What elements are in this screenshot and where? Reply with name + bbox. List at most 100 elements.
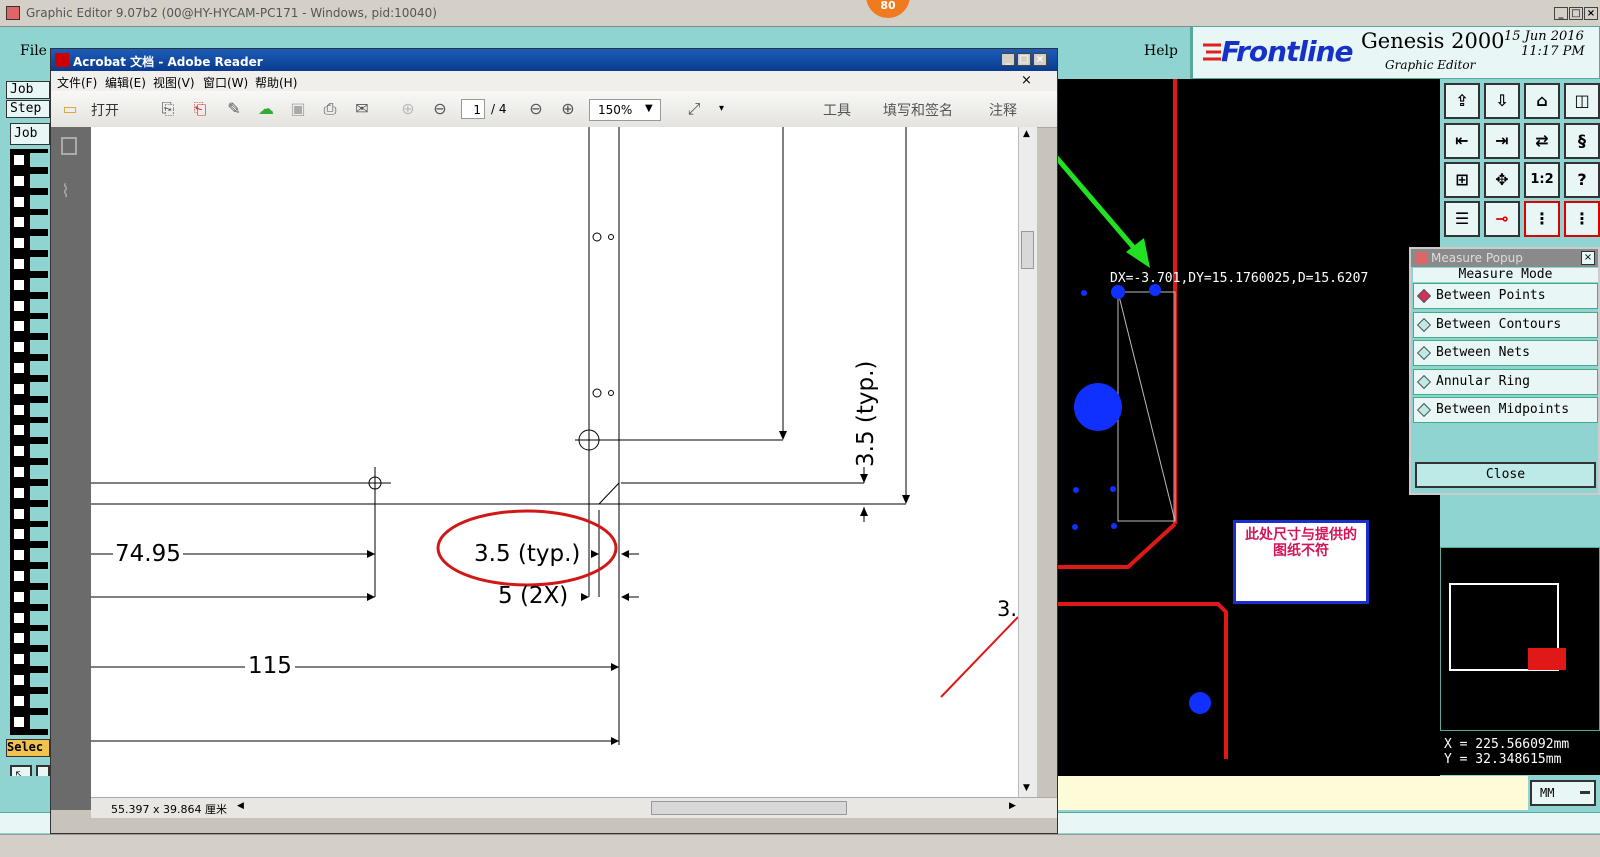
layer-checkbox[interactable] bbox=[12, 589, 26, 604]
tool-snake-icon[interactable]: § bbox=[1564, 123, 1600, 159]
close-button[interactable]: × bbox=[1584, 7, 1598, 20]
pages-icon[interactable] bbox=[61, 137, 77, 155]
hscroll-thumb[interactable] bbox=[651, 801, 847, 815]
popup-close-icon[interactable]: × bbox=[1581, 251, 1595, 265]
menu-help[interactable]: Help bbox=[1144, 43, 1178, 59]
tool-swap-icon[interactable]: ⇄ bbox=[1524, 123, 1560, 159]
layer-row[interactable] bbox=[30, 277, 48, 292]
menu-file[interactable]: File bbox=[20, 43, 47, 59]
layer-checkbox[interactable] bbox=[12, 610, 26, 625]
tool-home-icon[interactable]: ⌂ bbox=[1524, 83, 1560, 119]
tools-button[interactable]: 工具 bbox=[823, 100, 851, 120]
email-icon[interactable]: ✉ bbox=[351, 98, 373, 120]
layer-checkbox[interactable] bbox=[12, 381, 26, 396]
job-field[interactable]: Job bbox=[6, 81, 50, 99]
tool-net-icon[interactable]: ⋮ bbox=[1524, 201, 1560, 237]
tool-measure-icon[interactable]: ⊸ bbox=[1484, 201, 1520, 237]
layer-checkbox[interactable] bbox=[12, 485, 26, 500]
layer-row[interactable] bbox=[30, 298, 48, 313]
next-page-icon[interactable]: ⊖ bbox=[429, 98, 451, 120]
layer-row[interactable] bbox=[30, 194, 48, 209]
edit-icon[interactable]: ✎ bbox=[223, 98, 245, 120]
layer-row[interactable] bbox=[30, 652, 48, 667]
acrobat-close-button[interactable]: × bbox=[1033, 53, 1047, 66]
scroll-down-icon[interactable]: ▼ bbox=[1023, 783, 1030, 793]
layer-row[interactable] bbox=[30, 527, 48, 542]
vertical-scrollbar[interactable]: ▲ ▼ bbox=[1018, 127, 1037, 797]
layer-checkbox[interactable] bbox=[12, 173, 26, 188]
layer-row[interactable] bbox=[30, 381, 48, 396]
zoom-in-icon[interactable]: ⊕ bbox=[557, 98, 579, 120]
menu-help-cn[interactable]: 帮助(H) bbox=[255, 74, 297, 91]
upload-icon[interactable]: ☁ bbox=[255, 98, 277, 120]
layer-checkbox[interactable] bbox=[12, 693, 26, 708]
tool-center-icon[interactable]: ✥ bbox=[1484, 162, 1520, 198]
tool-bottom-icon[interactable]: ⇩ bbox=[1484, 83, 1520, 119]
layer-checkbox[interactable] bbox=[12, 402, 26, 417]
measure-close-button[interactable]: Close bbox=[1415, 462, 1596, 488]
layer-checkbox[interactable] bbox=[12, 319, 26, 334]
comment-button[interactable]: 注释 bbox=[989, 100, 1017, 120]
doc-close-icon[interactable]: × bbox=[1021, 73, 1032, 88]
layer-checkbox[interactable] bbox=[12, 277, 26, 292]
layer-checkbox[interactable] bbox=[12, 506, 26, 521]
layer-checkbox[interactable] bbox=[12, 527, 26, 542]
prev-page-icon[interactable]: ⊕ bbox=[397, 98, 419, 120]
scroll-up-icon[interactable]: ▲ bbox=[1023, 129, 1030, 139]
create-pdf-icon[interactable]: ⎘ bbox=[157, 98, 179, 120]
layer-row[interactable] bbox=[30, 173, 48, 188]
tool-scale-icon[interactable]: 1:2 bbox=[1524, 162, 1560, 198]
hscroll-left-icon[interactable]: ◀ bbox=[237, 801, 244, 811]
menu-view-cn[interactable]: 视图(V) bbox=[153, 74, 195, 91]
acrobat-maximize-button[interactable]: □ bbox=[1017, 53, 1031, 66]
menu-file-cn[interactable]: 文件(F) bbox=[57, 74, 97, 91]
tool-help-icon[interactable]: ? bbox=[1564, 162, 1600, 198]
scroll-thumb[interactable] bbox=[1021, 231, 1034, 269]
attachment-icon[interactable]: ⌇ bbox=[61, 181, 70, 202]
layer-checkbox[interactable] bbox=[12, 194, 26, 209]
zoom-out-icon[interactable]: ⊖ bbox=[525, 98, 547, 120]
layer-row[interactable] bbox=[30, 402, 48, 417]
select-label[interactable]: Selec bbox=[6, 739, 50, 757]
layer-row[interactable] bbox=[30, 548, 48, 563]
mode-annular-ring[interactable]: Annular Ring bbox=[1413, 369, 1598, 395]
layer-checkbox[interactable] bbox=[12, 153, 26, 167]
layer-row[interactable] bbox=[30, 236, 48, 251]
tool-palette-icon[interactable]: ☰ bbox=[1444, 201, 1480, 237]
units-selector[interactable]: MM bbox=[1530, 780, 1596, 806]
layer-row[interactable] bbox=[30, 506, 48, 521]
layer-checkbox[interactable] bbox=[12, 361, 26, 375]
layer-checkbox[interactable] bbox=[12, 652, 26, 667]
tool-left-icon[interactable]: ⇤ bbox=[1444, 123, 1480, 159]
layer-checkbox[interactable] bbox=[12, 548, 26, 563]
mode-between-nets[interactable]: Between Nets bbox=[1413, 340, 1598, 366]
layer-checkbox[interactable] bbox=[12, 569, 26, 583]
layer-checkbox[interactable] bbox=[12, 444, 26, 459]
tool-fit-icon[interactable]: ⊞ bbox=[1444, 162, 1480, 198]
tool-top-icon[interactable]: ⇪ bbox=[1444, 83, 1480, 119]
layer-row[interactable] bbox=[30, 589, 48, 604]
layer-checkbox[interactable] bbox=[12, 257, 26, 271]
open-folder-icon[interactable]: ▭ bbox=[59, 98, 81, 120]
export-icon[interactable]: ⎗ bbox=[189, 98, 211, 120]
tool-net2-icon[interactable]: ⋮ bbox=[1564, 201, 1600, 237]
layer-checkbox[interactable] bbox=[12, 215, 26, 230]
layer-row[interactable] bbox=[30, 485, 48, 500]
layer-checkbox[interactable] bbox=[12, 465, 26, 479]
layer-checkbox[interactable] bbox=[12, 423, 26, 438]
layer-row[interactable] bbox=[30, 257, 48, 271]
layer-row[interactable] bbox=[30, 631, 48, 646]
tool-right-icon[interactable]: ⇥ bbox=[1484, 123, 1520, 159]
layer-row[interactable] bbox=[30, 714, 48, 729]
layer-checkbox[interactable] bbox=[12, 298, 26, 313]
layer-row[interactable] bbox=[30, 215, 48, 230]
layer-row[interactable] bbox=[30, 361, 48, 375]
layer-checkbox[interactable] bbox=[12, 340, 26, 355]
sign-button[interactable]: 填写和签名 bbox=[883, 100, 953, 120]
layer-row[interactable] bbox=[30, 569, 48, 583]
layer-row[interactable] bbox=[30, 444, 48, 459]
acrobat-minimize-button[interactable]: _ bbox=[1001, 53, 1015, 66]
layer-row[interactable] bbox=[30, 610, 48, 625]
mode-between-midpoints[interactable]: Between Midpoints bbox=[1413, 397, 1598, 423]
layer-row[interactable] bbox=[30, 693, 48, 708]
